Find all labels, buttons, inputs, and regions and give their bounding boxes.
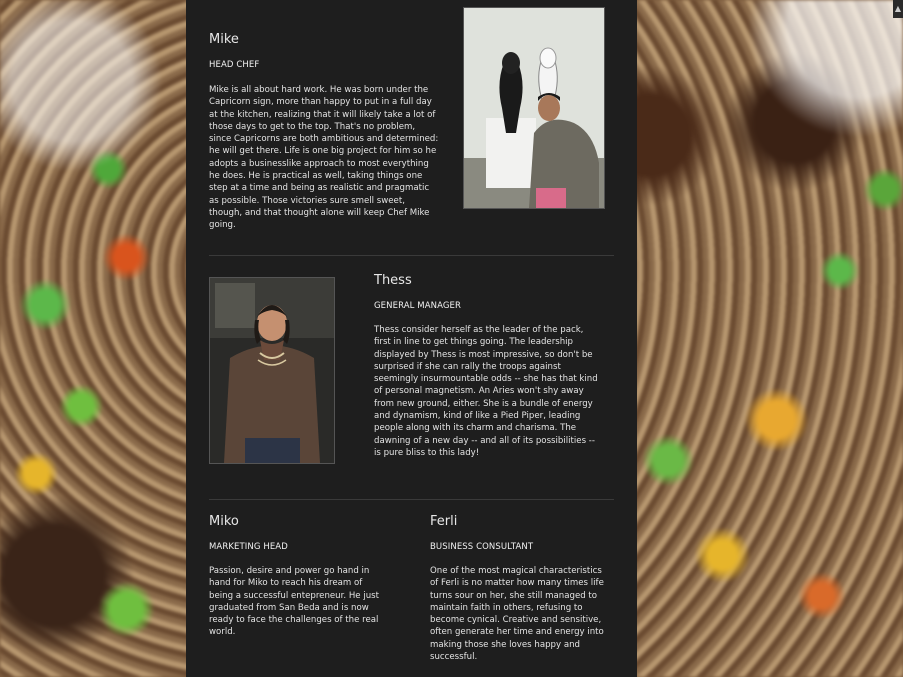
member-role: GENERAL MANAGER (374, 301, 462, 311)
thess-photo (209, 277, 335, 464)
member-name: Mike (209, 32, 239, 47)
member-role: MARKETING HEAD (209, 542, 288, 552)
member-bio: Mike is all about hard work. He was born… (209, 85, 439, 231)
member-bio: Passion, desire and power go hand in han… (209, 566, 379, 638)
team-content-panel: Mike HEAD CHEF Mike is all about hard wo… (186, 0, 637, 677)
member-role: BUSINESS CONSULTANT (430, 542, 534, 552)
scroll-to-top-icon[interactable]: ▲ (893, 0, 903, 18)
member-name: Miko (209, 514, 239, 529)
member-bio: One of the most magical characteristics … (430, 566, 604, 663)
section-divider (209, 499, 614, 500)
member-role: HEAD CHEF (209, 60, 260, 70)
mike-photo (463, 7, 605, 209)
member-name: Thess (374, 273, 412, 288)
section-divider (209, 255, 614, 256)
member-bio: Thess consider herself as the leader of … (374, 325, 598, 458)
member-name: Ferli (430, 514, 458, 529)
